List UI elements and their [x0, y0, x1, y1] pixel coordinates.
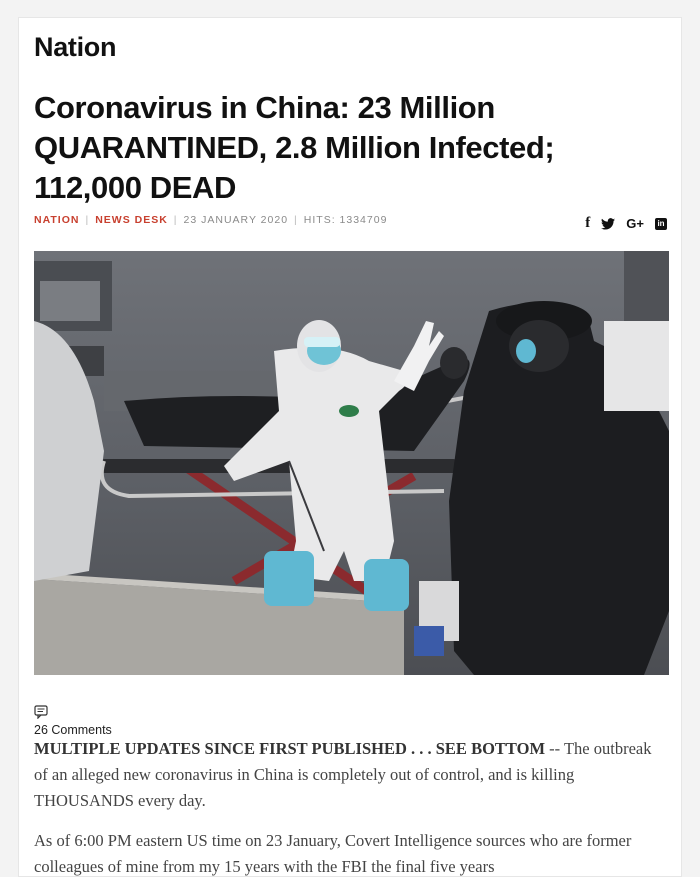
section-title[interactable]: Nation — [34, 32, 117, 63]
share-bar: f G+ in — [585, 215, 667, 232]
article-paragraph: MULTIPLE UPDATES SINCE FIRST PUBLISHED .… — [34, 736, 669, 814]
article-headline: Coronavirus in China: 23 Million QUARANT… — [34, 90, 555, 205]
meta-separator: | — [294, 214, 298, 226]
article-body: MULTIPLE UPDATES SINCE FIRST PUBLISHED .… — [34, 736, 669, 876]
article-paragraph: As of 6:00 PM eastern US time on 23 Janu… — [34, 831, 632, 876]
comments-link[interactable]: 26 Comments — [34, 705, 112, 739]
meta-separator: | — [85, 214, 90, 226]
meta-hits: HITS: 1334709 — [303, 214, 388, 226]
meta-date: 23 JANUARY 2020 — [183, 214, 289, 226]
twitter-icon[interactable] — [601, 217, 616, 230]
hospital-stretcher-photo — [34, 251, 669, 675]
update-notice: MULTIPLE UPDATES SINCE FIRST PUBLISHED .… — [34, 739, 546, 758]
article-photo — [34, 251, 669, 675]
facebook-icon[interactable]: f — [585, 215, 590, 232]
article-card: Nation Coronavirus in China: 23 Million … — [18, 17, 682, 877]
comment-icon — [34, 705, 48, 719]
meta-author-link[interactable]: NEWS DESK — [95, 214, 168, 226]
meta-category-link[interactable]: NATION — [34, 214, 79, 226]
article-meta: NATION | NEWS DESK | 23 JANUARY 2020 | HITS: 1… — [34, 214, 387, 226]
google-plus-icon[interactable]: G+ — [626, 216, 644, 231]
comments-count[interactable]: 26 Comments — [34, 723, 112, 737]
meta-separator: | — [173, 214, 178, 226]
linkedin-icon[interactable]: in — [655, 217, 667, 230]
